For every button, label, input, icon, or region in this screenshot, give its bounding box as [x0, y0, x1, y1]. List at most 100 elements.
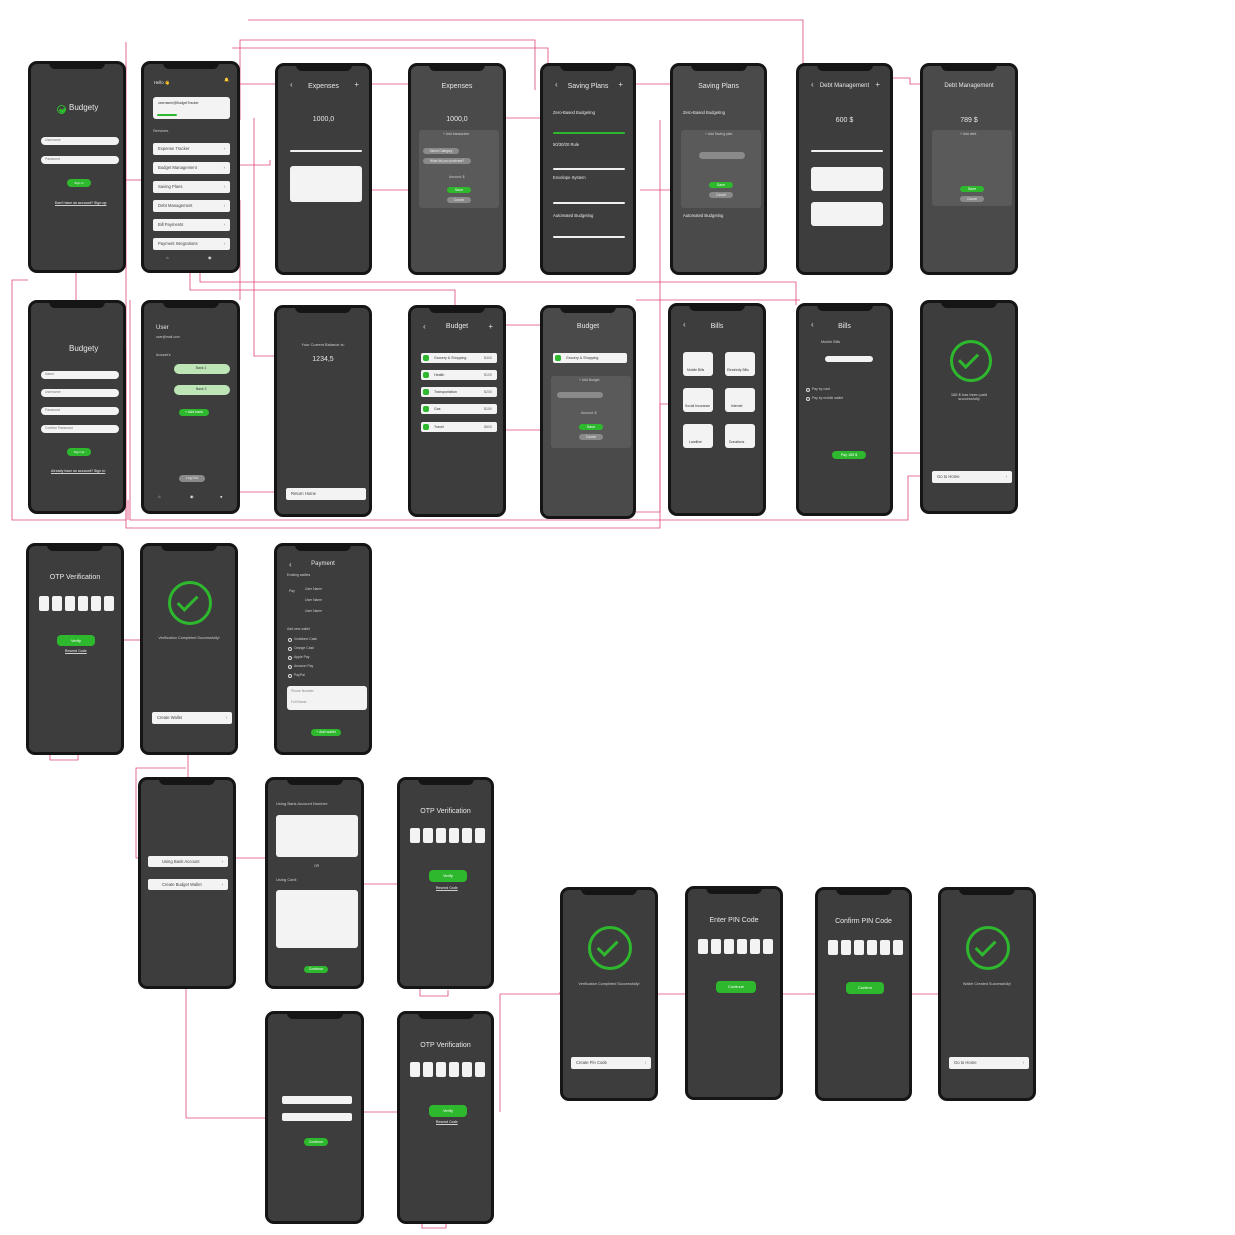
resend-link-3[interactable]: Resend Code — [436, 1120, 458, 1125]
go-home-button[interactable]: Go to Home › — [932, 471, 1012, 483]
continue-button-3[interactable]: Continue — [304, 1138, 328, 1146]
wallet-phone-input[interactable] — [282, 1113, 352, 1121]
cancel-button-4[interactable]: Cancel — [579, 434, 603, 440]
continue-button-2[interactable]: Continue — [716, 981, 756, 993]
password-input[interactable]: Password — [41, 156, 119, 164]
service-budget-management[interactable]: Budget Management › — [153, 162, 230, 174]
save-button[interactable]: Save — [447, 187, 471, 193]
verify-button-3[interactable]: Verify — [429, 1105, 467, 1117]
payment-title: Payment — [311, 561, 335, 567]
home-icon-2[interactable]: ⌂ — [158, 494, 161, 500]
confirm-password-input[interactable]: Confirm Password — [41, 425, 119, 433]
confirm-button[interactable]: Confirm — [846, 982, 884, 994]
option-amazon-pay[interactable]: Amazon Pay — [294, 664, 313, 669]
pay-button[interactable]: Pay 185 $ — [832, 451, 866, 459]
profile-icon[interactable]: ◉ — [208, 255, 212, 261]
user-name: User — [156, 325, 169, 331]
name-input[interactable]: Name — [41, 371, 119, 379]
verified-screen-2: Verification Completed Successfully! Cre… — [560, 887, 658, 1101]
card-fields[interactable] — [276, 890, 358, 948]
option-vodafone[interactable]: Vodafone Cash — [294, 637, 317, 642]
save-button-4[interactable]: Save — [579, 424, 603, 430]
user-icon[interactable]: ● — [220, 494, 223, 500]
service-payment-integrations[interactable]: Payment Integrations › — [153, 238, 230, 250]
service-expense-tracker[interactable]: Expense Tracker › — [153, 143, 230, 155]
plan-automated[interactable]: Automated Budgeting — [553, 213, 593, 219]
resend-link-2[interactable]: Resend Code — [436, 886, 458, 891]
mobile-bills-screen: ‹ Bills Mobile Bills Pay by card Pay by … — [796, 303, 893, 516]
bill-donations[interactable]: Donations — [725, 424, 755, 448]
create-pin-button[interactable]: Create Pin Code › — [571, 1057, 651, 1069]
accounts-label: Account's — [156, 353, 171, 357]
plan-envelope[interactable]: Envelope System — [553, 175, 586, 181]
budget-row[interactable]: Grocery & Shopping $400 — [421, 353, 497, 363]
cancel-button-3[interactable]: Cancel — [960, 196, 984, 202]
logout-button[interactable]: Log Out — [179, 475, 205, 482]
service-debt-management[interactable]: Debt Management › — [153, 200, 230, 212]
budget-row[interactable]: Transportation $200 — [421, 387, 497, 397]
wallet-name-input[interactable] — [282, 1096, 352, 1104]
pay-wallet-option[interactable]: Pay by mobile wallet — [812, 396, 843, 401]
logo-icon — [57, 105, 66, 114]
option-orange[interactable]: Orange Cash — [294, 646, 314, 651]
return-home-button[interactable]: Return Home — [286, 488, 366, 500]
save-button-2[interactable]: Save — [709, 182, 733, 188]
using-bank-account-button[interactable]: Using Bank Account › — [148, 856, 228, 867]
cancel-button-2[interactable]: Cancel — [709, 192, 733, 198]
paid-message: 185 $ has been paid successfully — [950, 392, 988, 402]
continue-button[interactable]: Continue — [304, 966, 328, 973]
add-wallet-button[interactable]: + Add wallet — [311, 729, 341, 736]
cancel-button[interactable]: Cancel — [447, 197, 471, 203]
dashboard-icon[interactable]: ◉ — [190, 494, 194, 500]
bill-landline[interactable]: Landline — [683, 424, 713, 448]
debt-card-1[interactable] — [811, 167, 883, 191]
user-email: user@mail.com — [156, 335, 180, 339]
password-input-2[interactable]: Password — [41, 407, 119, 415]
bank-fields[interactable] — [276, 815, 358, 857]
resend-link[interactable]: Resend Code — [65, 649, 87, 654]
bill-mobile[interactable]: Mobile Bills — [683, 352, 713, 376]
add-bank-button[interactable]: + Add bank — [179, 409, 209, 416]
verify-button[interactable]: Verify — [57, 635, 95, 646]
brand-title-2: Budgety — [69, 344, 99, 353]
budget-row[interactable]: Health $100 — [421, 370, 497, 380]
sign-up-button[interactable]: Sign Up — [67, 448, 91, 456]
budget-row[interactable]: Travel $800 — [421, 422, 497, 432]
signup-link[interactable]: Don't have an account? Sign up — [55, 201, 106, 206]
username-input[interactable]: Username — [41, 137, 119, 145]
verify-button-2[interactable]: Verify — [429, 870, 467, 882]
home-icon[interactable]: ⌂ — [166, 255, 169, 261]
wallet-user: User Name — [305, 609, 323, 613]
wallet-user: User Name — [305, 598, 323, 602]
signin-link[interactable]: Already have an account? Sign in — [51, 469, 105, 474]
otp-screen-1: OTP Verification Verify Resend Code — [26, 543, 124, 755]
sign-in-button[interactable]: Sign In — [67, 179, 91, 187]
plan-50-30-20[interactable]: 50/30/20 Rule — [553, 142, 579, 148]
bank-2[interactable]: Bank 2 — [174, 385, 230, 395]
payment-screen: ‹ Payment Existing wallets Pay User Name… — [274, 543, 372, 755]
bill-internet[interactable]: Internet — [725, 388, 755, 412]
option-apple-pay[interactable]: Apple Pay — [294, 655, 309, 660]
create-wallet-button[interactable]: Create Wallet › — [152, 712, 232, 724]
add-budget-modal: + Add Budget Amount: $ Save Cancel — [551, 376, 631, 448]
service-saving-plans[interactable]: Saving Plans › — [153, 181, 230, 193]
save-button-3[interactable]: Save — [960, 186, 984, 192]
username-input-2[interactable]: Username — [41, 389, 119, 397]
payment-success-screen: 185 $ has been paid successfully Go to H… — [920, 300, 1018, 514]
go-home-button-2[interactable]: Go to Home › — [949, 1057, 1029, 1069]
budget-row[interactable]: Gas $150 — [421, 404, 497, 414]
bill-social-insurance[interactable]: Social Insurance — [683, 388, 713, 412]
wallet-user: User Name — [305, 587, 323, 591]
bill-electricity[interactable]: Electricity Bills — [725, 352, 755, 376]
bell-icon[interactable]: 🔔 — [224, 77, 229, 83]
wallet-applepay[interactable]: Pay — [289, 589, 295, 594]
option-paypal[interactable]: PayPal — [294, 673, 305, 678]
service-bill-payments[interactable]: Bill Payments › — [153, 219, 230, 231]
debt-card-2[interactable] — [811, 202, 883, 226]
pay-card-option[interactable]: Pay by card — [812, 387, 830, 392]
bank-1[interactable]: Bank 1 — [174, 364, 230, 374]
phone-input[interactable] — [825, 356, 873, 362]
plan-zero-based[interactable]: Zero-Based Budgeting — [553, 110, 595, 116]
create-budget-wallet-button[interactable]: Create Budget Wallet › — [148, 879, 228, 890]
add-debt-modal: + Add debt Save Cancel — [932, 130, 1012, 206]
